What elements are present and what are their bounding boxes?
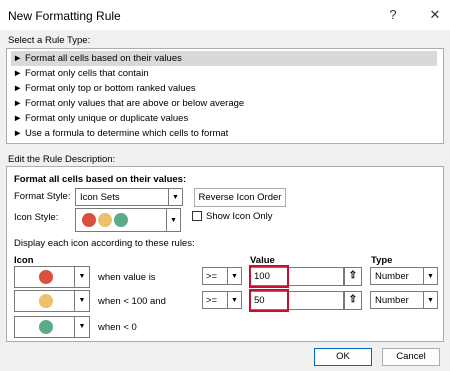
column-header-type: Type <box>371 255 393 266</box>
rule-type-item-formula[interactable]: ► Use a formula to determine which cells… <box>11 126 437 141</box>
icon-style-select[interactable]: ▼ <box>75 208 181 232</box>
rule-description-label: Edit the Rule Description: <box>8 154 116 165</box>
chevron-down-icon[interactable]: ▼ <box>74 290 90 312</box>
reverse-icon-order-button[interactable]: Reverse Icon Order <box>194 188 286 207</box>
help-button[interactable]: ? <box>382 5 404 25</box>
chevron-down-icon: ▼ <box>227 292 241 308</box>
icon-style-label: Icon Style: <box>14 212 59 223</box>
chevron-down-icon: ▼ <box>423 268 437 284</box>
yellow-circle-icon <box>98 213 112 227</box>
format-style-value: Icon Sets <box>80 192 120 203</box>
chevron-down-icon[interactable]: ▼ <box>74 316 90 338</box>
cancel-button[interactable]: Cancel <box>382 348 440 366</box>
description-heading: Format all cells based on their values: <box>14 174 187 185</box>
chevron-down-icon: ▼ <box>166 209 180 231</box>
rule-type-item-cells-contain[interactable]: ► Format only cells that contain <box>11 66 437 81</box>
condition-row-2: when < 100 and <box>98 296 166 307</box>
highlight-box <box>249 289 289 312</box>
column-header-icon: Icon <box>14 255 34 266</box>
range-picker-button[interactable]: ⇧ <box>344 291 362 310</box>
yellow-circle-icon <box>39 294 53 308</box>
show-icon-only-checkbox[interactable] <box>192 211 202 221</box>
show-icon-only-label: Show Icon Only <box>206 211 273 222</box>
operator-value: >= <box>206 295 218 306</box>
rule-type-list[interactable]: ► Format all cells based on their values… <box>6 48 444 144</box>
format-style-select[interactable]: Icon Sets ▼ <box>75 188 183 206</box>
rule-type-item-all-cells[interactable]: ► Format all cells based on their values <box>11 51 437 66</box>
close-icon: ✕ <box>429 7 441 22</box>
range-picker-button[interactable]: ⇧ <box>344 267 362 286</box>
green-circle-icon <box>39 320 53 334</box>
type-select-row-2[interactable]: Number ▼ <box>370 291 438 309</box>
ok-button[interactable]: OK <box>314 348 372 366</box>
operator-select-row-1[interactable]: >= ▼ <box>202 267 242 285</box>
type-select-row-1[interactable]: Number ▼ <box>370 267 438 285</box>
type-value: Number <box>375 271 409 282</box>
operator-value: >= <box>206 271 218 282</box>
rule-type-item-top-bottom[interactable]: ► Format only top or bottom ranked value… <box>11 81 437 96</box>
close-button[interactable]: ✕ <box>424 5 446 25</box>
type-value: Number <box>375 295 409 306</box>
condition-row-3: when < 0 <box>98 322 137 333</box>
highlight-box <box>249 265 289 288</box>
rule-type-item-above-below-average[interactable]: ► Format only values that are above or b… <box>11 96 437 111</box>
chevron-down-icon: ▼ <box>227 268 241 284</box>
format-style-label: Format Style: <box>14 191 71 202</box>
rule-type-label: Select a Rule Type: <box>8 35 91 46</box>
dialog-title: New Formatting Rule <box>8 9 121 23</box>
red-circle-icon <box>82 213 96 227</box>
green-circle-icon <box>114 213 128 227</box>
red-circle-icon <box>39 270 53 284</box>
display-rules-text: Display each icon according to these rul… <box>14 238 195 249</box>
chevron-down-icon[interactable]: ▼ <box>74 266 90 288</box>
rule-type-item-unique-duplicate[interactable]: ► Format only unique or duplicate values <box>11 111 437 126</box>
chevron-down-icon: ▼ <box>168 189 182 205</box>
condition-row-1: when value is <box>98 272 156 283</box>
chevron-down-icon: ▼ <box>423 292 437 308</box>
operator-select-row-2[interactable]: >= ▼ <box>202 291 242 309</box>
